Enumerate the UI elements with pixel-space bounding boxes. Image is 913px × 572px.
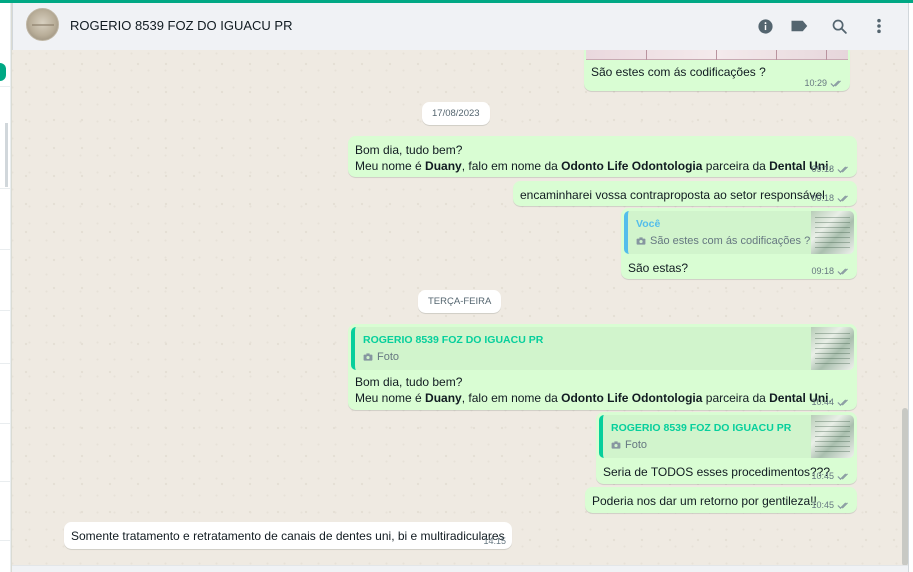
quote-text: Foto [611,439,647,451]
read-ticks-icon [837,398,848,406]
read-ticks-icon [837,501,848,509]
read-ticks-icon [837,267,848,275]
outgoing-message[interactable]: Você São estes com ás codificações ? São… [621,208,857,279]
outgoing-message[interactable]: ROGERIO 8539 FOZ DO IGUACU PR Foto Seria… [596,412,857,484]
incoming-message[interactable]: Somente tratamento e retratamento de can… [64,522,512,549]
date-separator: 17/08/2023 [422,102,490,125]
quote-thumbnail [811,327,854,370]
message-line: Bom dia, tudo bem? [355,143,463,157]
contact-name[interactable]: ROGERIO 8539 FOZ DO IGUACU PR [70,18,293,33]
message-line: Meu nome é Duany, falo em nome da Odonto… [355,159,832,173]
list-separator [0,310,11,311]
message-meta: 14:15 [483,536,506,546]
read-ticks-icon [837,472,848,480]
window-right-edge [908,3,913,572]
message-image-bubble[interactable]: São estes com ás codificações ? 10:29 [584,50,850,91]
message-meta: 09:18 [811,266,851,276]
message-time: 10:45 [811,500,834,510]
message-time: 09:18 [811,164,834,174]
message-meta: 10:45 [811,500,851,510]
list-separator [0,540,11,541]
outgoing-message[interactable]: ROGERIO 8539 FOZ DO IGUACU PR Foto Bom d… [348,324,857,410]
message-meta: 10:45 [811,471,851,481]
camera-icon [636,237,646,245]
message-time: 10:45 [811,471,834,481]
composer-bar-edge [12,565,908,572]
read-ticks-icon [830,79,841,87]
contact-avatar[interactable] [26,8,59,41]
list-separator [0,188,11,189]
quoted-message[interactable]: Você São estes com ás codificações ? [624,211,854,254]
info-icon[interactable] [754,15,776,37]
quote-thumbnail [811,415,854,458]
read-ticks-icon [837,165,848,173]
outgoing-message[interactable]: Poderia nos dar um retorno por gentileza… [585,487,857,513]
message-time: 10:44 [811,397,834,407]
menu-icon[interactable] [868,15,890,37]
search-icon[interactable] [828,15,850,37]
quote-text: Foto [363,351,399,363]
quoted-message[interactable]: ROGERIO 8539 FOZ DO IGUACU PR Foto [351,327,854,370]
message-text: São estas? [628,261,689,275]
message-text: Somente tratamento e retratamento de can… [71,529,505,543]
chat-scrollbar[interactable] [902,408,908,566]
list-separator [0,423,11,424]
message-text: Seria de TODOS esses procedimentos??? [603,465,831,479]
label-icon[interactable] [788,15,810,37]
camera-icon [363,353,373,361]
outgoing-message[interactable]: encaminharei vossa contraproposta ao set… [513,181,857,206]
message-time: 09:18 [811,193,834,203]
chat-list-pane[interactable] [0,3,11,572]
message-meta: 10:44 [811,397,851,407]
quoted-message[interactable]: ROGERIO 8539 FOZ DO IGUACU PR Foto [599,415,854,458]
unread-indicator [0,63,6,81]
message-text: Bom dia, tudo bem? Meu nome é Duany, fal… [355,142,850,174]
message-meta: 10:29 [804,78,844,88]
date-separator: TERÇA-FEIRA [418,290,502,313]
outgoing-message[interactable]: Bom dia, tudo bem? Meu nome é Duany, fal… [348,136,857,177]
list-item-marker [5,123,8,187]
message-time: 10:29 [804,78,827,88]
read-ticks-icon [837,194,848,202]
quote-text: São estes com ás codificações ? [636,235,810,247]
quote-thumbnail [811,211,854,254]
chat-panel[interactable]: São estes com ás codificações ? 10:29 17… [12,50,908,572]
message-time: 14:15 [483,536,506,546]
list-separator [0,86,11,87]
camera-icon [611,441,621,449]
message-time: 09:18 [811,266,834,276]
message-text: Bom dia, tudo bem? Meu nome é Duany, fal… [355,374,832,406]
quote-author: ROGERIO 8539 FOZ DO IGUACU PR [363,334,544,346]
message-meta: 09:18 [811,193,851,203]
list-separator [0,363,11,364]
chat-header[interactable]: ROGERIO 8539 FOZ DO IGUACU PR [12,3,908,50]
message-text: encaminharei vossa contraproposta ao set… [520,188,825,202]
quote-author: ROGERIO 8539 FOZ DO IGUACU PR [611,422,792,434]
quote-author: Você [636,218,661,230]
list-separator [0,481,11,482]
message-line: Meu nome é Duany, falo em nome da Odonto… [355,391,832,405]
message-line: Bom dia, tudo bem? [355,375,463,389]
image-thumbnail[interactable] [586,50,848,60]
message-text: São estes com ás codificações ? [591,65,766,79]
list-separator [0,249,11,250]
message-meta: 09:18 [811,164,851,174]
